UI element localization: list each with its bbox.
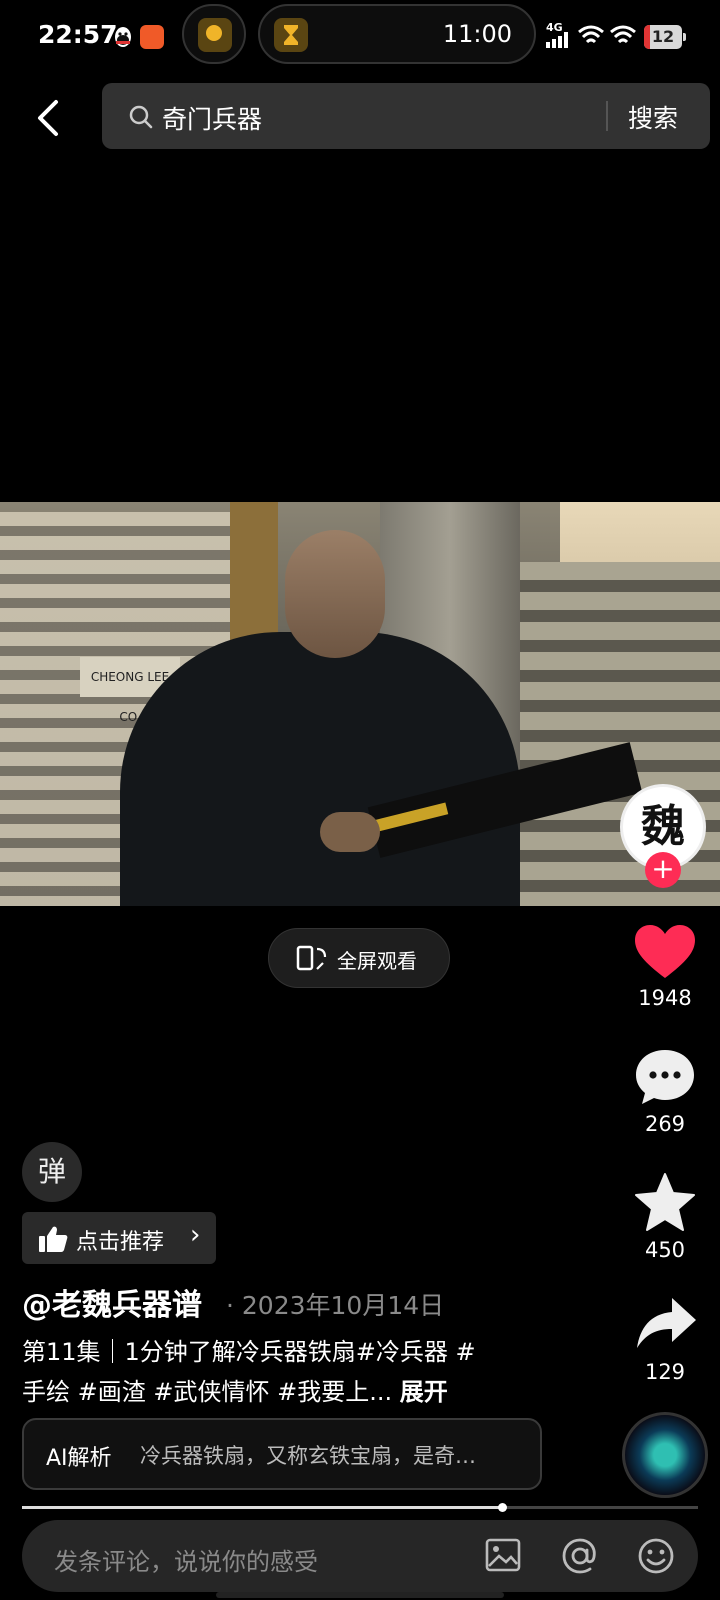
like-count: 1948 (638, 986, 692, 1010)
video-player[interactable]: CHEONG LEE CO. (0, 502, 720, 906)
video-figure-head (285, 530, 385, 658)
home-indicator (216, 1592, 504, 1598)
search-bar[interactable]: 奇门兵器 搜索 (102, 83, 710, 149)
video-figure-body (120, 632, 520, 906)
follow-button[interactable]: + (645, 852, 681, 888)
signal-icon (546, 32, 568, 48)
recommend-button[interactable]: 点击推荐 › (22, 1212, 216, 1264)
share-icon[interactable] (634, 1296, 698, 1352)
status-time: 22:57 (38, 20, 118, 49)
comment-count: 269 (644, 1112, 686, 1136)
thumbs-up-icon (39, 1226, 68, 1252)
fullscreen-icon (296, 945, 327, 971)
ai-label: AI解析 (46, 1446, 112, 1471)
video-figure-hand (320, 812, 380, 852)
timer-pill[interactable] (182, 4, 246, 64)
stopwatch-icon (198, 18, 232, 52)
qq-icon (115, 27, 131, 47)
music-disc[interactable] (622, 1412, 708, 1498)
app-notification-icon (140, 25, 164, 49)
caption-line-1: 第11集｜1分钟了解冷兵器铁扇#冷兵器 # (22, 1338, 476, 1366)
search-divider (606, 101, 608, 131)
back-icon[interactable] (30, 96, 66, 140)
ai-summary: 冷兵器铁扇，又称玄铁宝扇，是奇… (140, 1444, 476, 1468)
search-icon (129, 105, 153, 129)
star-icon[interactable] (634, 1172, 696, 1232)
heart-icon[interactable] (634, 924, 696, 980)
recommend-label: 点击推荐 (76, 1230, 165, 1255)
comment-bar[interactable]: 发条评论，说说你的感受 (22, 1520, 698, 1592)
hourglass-pill[interactable]: 11:00 (258, 4, 536, 64)
wifi-icon (578, 25, 604, 44)
progress-knob[interactable] (498, 1503, 507, 1512)
emoji-icon[interactable] (636, 1536, 676, 1576)
wifi-icon-secondary (610, 25, 636, 44)
ai-analysis-box[interactable]: AI解析 冷兵器铁扇，又称玄铁宝扇，是奇… (22, 1418, 542, 1490)
search-button[interactable]: 搜索 (628, 99, 678, 135)
fullscreen-label: 全屏观看 (337, 949, 417, 973)
share-count: 129 (644, 1360, 686, 1384)
image-icon[interactable] (484, 1536, 522, 1574)
at-icon[interactable] (560, 1536, 600, 1576)
expand-button[interactable]: 展开 (400, 1378, 448, 1406)
hourglass-icon (284, 25, 298, 45)
fullscreen-button[interactable]: 全屏观看 (268, 928, 450, 988)
pill-clock: 11:00 (442, 20, 512, 48)
danmaku-toggle[interactable]: 弹 (22, 1142, 82, 1202)
post-date: · 2023年10月14日 (226, 1291, 445, 1320)
comment-icon[interactable] (634, 1048, 696, 1106)
caption-line-2: 手绘 #画渣 #武侠情怀 #我要上... 展开 (22, 1372, 542, 1412)
chevron-right-icon: › (190, 1220, 201, 1250)
favorite-count: 450 (644, 1238, 686, 1262)
progress-fill (22, 1506, 502, 1509)
caption-line-2-text: 手绘 #画渣 #武侠情怀 #我要上... (22, 1378, 393, 1406)
post-caption: 第11集｜1分钟了解冷兵器铁扇#冷兵器 # 手绘 #画渣 #武侠情怀 #我要上.… (22, 1332, 542, 1412)
search-input[interactable]: 奇门兵器 (162, 100, 262, 136)
comment-input[interactable]: 发条评论，说说你的感受 (54, 1542, 318, 1577)
battery-indicator: 12 (644, 25, 686, 49)
author-name[interactable]: @老魏兵器谱 (22, 1280, 202, 1324)
